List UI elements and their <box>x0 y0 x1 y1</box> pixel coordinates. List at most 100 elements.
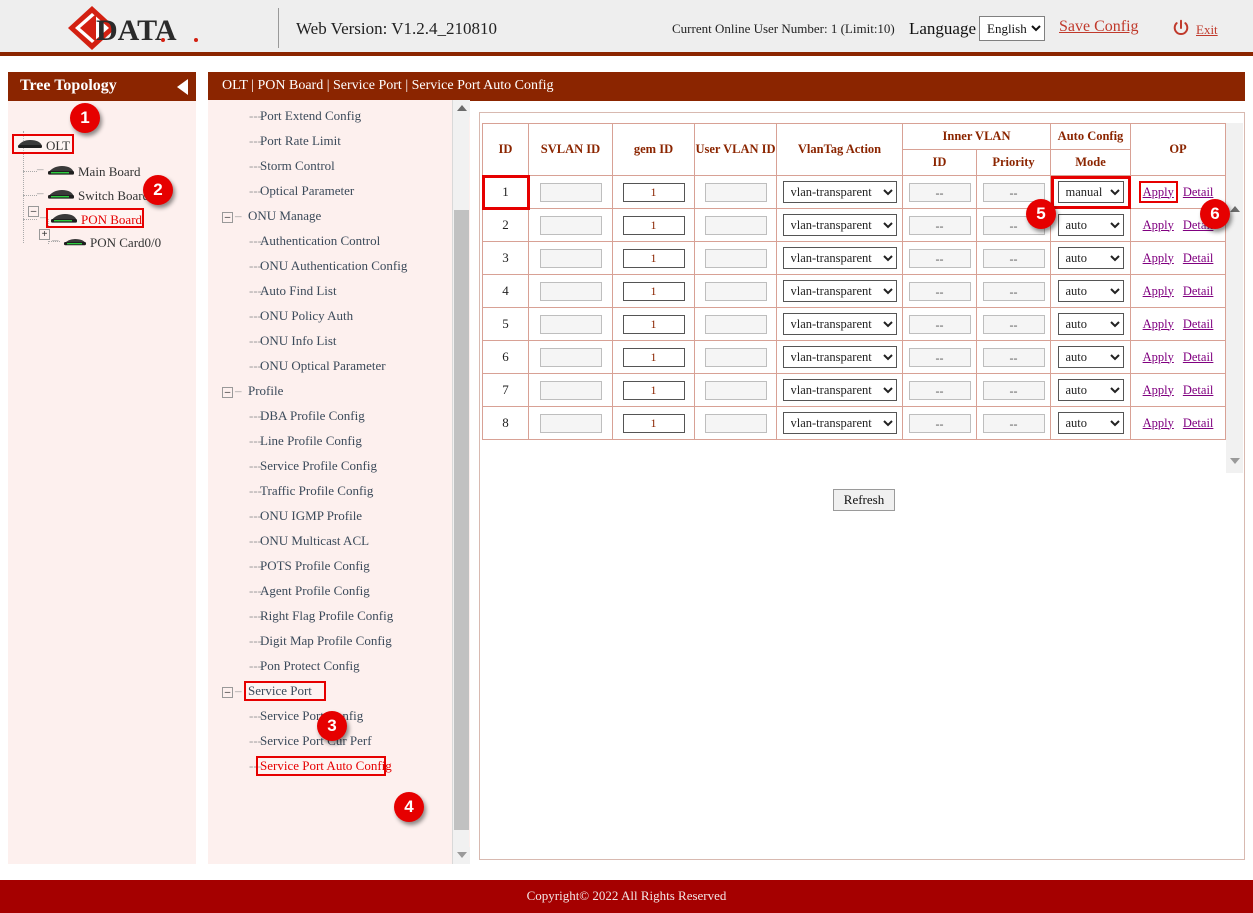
gem-id-input[interactable] <box>623 315 685 334</box>
apply-link[interactable]: Apply <box>1143 218 1174 232</box>
detail-link[interactable]: Detail <box>1183 251 1214 265</box>
auto-config-mode-select[interactable]: auto <box>1058 280 1124 302</box>
menu-item-port-rate-limit[interactable]: Port Rate Limit <box>260 133 341 149</box>
menu-item-pon-protect-config[interactable]: Pon Protect Config <box>260 658 360 674</box>
user-vlan-id-input[interactable] <box>705 348 767 367</box>
detail-link[interactable]: Detail <box>1183 350 1214 364</box>
user-vlan-id-input[interactable] <box>705 216 767 235</box>
table-scroll-down-button[interactable] <box>1226 453 1243 470</box>
auto-config-mode-select[interactable]: auto <box>1058 379 1124 401</box>
svlan-id-input[interactable] <box>540 348 602 367</box>
menu-item-right-flag-profile-config[interactable]: Right Flag Profile Config <box>260 608 393 624</box>
svlan-id-input[interactable] <box>540 414 602 433</box>
user-vlan-id-input[interactable] <box>705 414 767 433</box>
menu-item-storm-control[interactable]: Storm Control <box>260 158 335 174</box>
gem-id-input[interactable] <box>623 381 685 400</box>
tree-node-pon-card-0-0[interactable]: PON Card0/0 <box>62 234 161 251</box>
svlan-id-input[interactable] <box>540 249 602 268</box>
vlantag-action-select[interactable]: vlan-transparent <box>783 280 897 302</box>
menu-item-onu-authentication-config[interactable]: ONU Authentication Config <box>260 258 407 274</box>
menu-group-service-port[interactable]: Service Port <box>248 683 312 699</box>
svlan-id-input[interactable] <box>540 183 602 202</box>
menu-item-service-profile-config[interactable]: Service Profile Config <box>260 458 377 474</box>
menu-group-onu-manage[interactable]: ONU Manage <box>248 208 321 224</box>
menu-item-dba-profile-config[interactable]: DBA Profile Config <box>260 408 365 424</box>
detail-link[interactable]: Detail <box>1183 416 1214 430</box>
auto-config-mode-select[interactable]: auto <box>1058 346 1124 368</box>
apply-link[interactable]: Apply <box>1143 350 1174 364</box>
menu-item-traffic-profile-config[interactable]: Traffic Profile Config <box>260 483 373 499</box>
menu-scroll-up-button[interactable] <box>453 100 470 117</box>
apply-link[interactable]: Apply <box>1143 251 1174 265</box>
user-vlan-id-input[interactable] <box>705 183 767 202</box>
gem-id-input[interactable] <box>623 216 685 235</box>
tree-expander-pon-board[interactable]: – <box>28 206 39 217</box>
detail-link[interactable]: Detail <box>1183 284 1214 298</box>
vlantag-action-select[interactable]: vlan-transparent <box>783 181 897 203</box>
menu-item-onu-info-list[interactable]: ONU Info List <box>260 333 337 349</box>
gem-id-input[interactable] <box>623 183 685 202</box>
vlantag-action-select[interactable]: vlan-transparent <box>783 313 897 335</box>
auto-config-mode-select[interactable]: manual <box>1058 181 1124 203</box>
detail-link[interactable]: Detail <box>1183 185 1214 199</box>
vlantag-action-select[interactable]: vlan-transparent <box>783 346 897 368</box>
menu-item-onu-multicast-acl[interactable]: ONU Multicast ACL <box>260 533 369 549</box>
svlan-id-input[interactable] <box>540 216 602 235</box>
menu-item-port-extend-config[interactable]: Port Extend Config <box>260 108 361 124</box>
menu-item-pots-profile-config[interactable]: POTS Profile Config <box>260 558 370 574</box>
tree-node-pon-board[interactable]: PON Board <box>49 211 142 228</box>
menu-item-line-profile-config[interactable]: Line Profile Config <box>260 433 362 449</box>
menu-expander[interactable]: – <box>222 687 233 698</box>
vlantag-action-select[interactable]: vlan-transparent <box>783 412 897 434</box>
language-select[interactable]: English <box>979 16 1045 41</box>
menu-item-optical-parameter[interactable]: Optical Parameter <box>260 183 354 199</box>
gem-id-input[interactable] <box>623 414 685 433</box>
refresh-button[interactable]: Refresh <box>833 489 895 511</box>
menu-item-auto-find-list[interactable]: Auto Find List <box>260 283 337 299</box>
gem-id-input[interactable] <box>623 249 685 268</box>
user-vlan-id-input[interactable] <box>705 249 767 268</box>
vlantag-action-select[interactable]: vlan-transparent <box>783 379 897 401</box>
svlan-id-input[interactable] <box>540 315 602 334</box>
apply-link[interactable]: Apply <box>1143 416 1174 430</box>
auto-config-mode-select[interactable]: auto <box>1058 214 1124 236</box>
save-config-link[interactable]: Save Config <box>1059 18 1139 36</box>
gem-id-input[interactable] <box>623 348 685 367</box>
apply-link[interactable]: Apply <box>1143 317 1174 331</box>
menu-item-service-port-cur-perf[interactable]: Service Port Cur Perf <box>260 733 372 749</box>
vlantag-action-select[interactable]: vlan-transparent <box>783 247 897 269</box>
menu-item-service-port-config[interactable]: Service Port Config <box>260 708 363 724</box>
tree-node-switch-board[interactable]: Switch Board <box>46 187 149 204</box>
exit-link[interactable]: Exit <box>1196 22 1218 38</box>
tree-node-main-board[interactable]: Main Board <box>46 163 140 180</box>
apply-link[interactable]: Apply <box>1143 185 1174 199</box>
gem-id-input[interactable] <box>623 282 685 301</box>
auto-config-mode-select[interactable]: auto <box>1058 313 1124 335</box>
detail-link[interactable]: Detail <box>1183 317 1214 331</box>
auto-config-mode-select[interactable]: auto <box>1058 247 1124 269</box>
apply-link[interactable]: Apply <box>1143 284 1174 298</box>
user-vlan-id-input[interactable] <box>705 282 767 301</box>
menu-item-digit-map-profile-config[interactable]: Digit Map Profile Config <box>260 633 392 649</box>
menu-scrollbar[interactable] <box>452 100 469 864</box>
menu-item-onu-optical-parameter[interactable]: ONU Optical Parameter <box>260 358 386 374</box>
menu-expander[interactable]: – <box>222 387 233 398</box>
table-scrollbar[interactable] <box>1226 123 1243 473</box>
menu-item-authentication-control[interactable]: Authentication Control <box>260 233 380 249</box>
vlantag-action-select[interactable]: vlan-transparent <box>783 214 897 236</box>
detail-link[interactable]: Detail <box>1183 383 1214 397</box>
apply-link[interactable]: Apply <box>1143 383 1174 397</box>
collapse-left-arrow-icon[interactable] <box>177 79 188 95</box>
menu-item-onu-igmp-profile[interactable]: ONU IGMP Profile <box>260 508 362 524</box>
menu-expander[interactable]: – <box>222 212 233 223</box>
tree-expander-pon-card[interactable]: + <box>39 229 50 240</box>
power-icon[interactable] <box>1172 19 1190 37</box>
svlan-id-input[interactable] <box>540 282 602 301</box>
svlan-id-input[interactable] <box>540 381 602 400</box>
menu-item-onu-policy-auth[interactable]: ONU Policy Auth <box>260 308 353 324</box>
menu-group-profile[interactable]: Profile <box>248 383 283 399</box>
menu-item-service-port-auto-config[interactable]: Service Port Auto Config <box>260 758 392 774</box>
menu-scrollbar-thumb[interactable] <box>454 210 469 830</box>
auto-config-mode-select[interactable]: auto <box>1058 412 1124 434</box>
menu-scroll-down-button[interactable] <box>453 847 470 864</box>
